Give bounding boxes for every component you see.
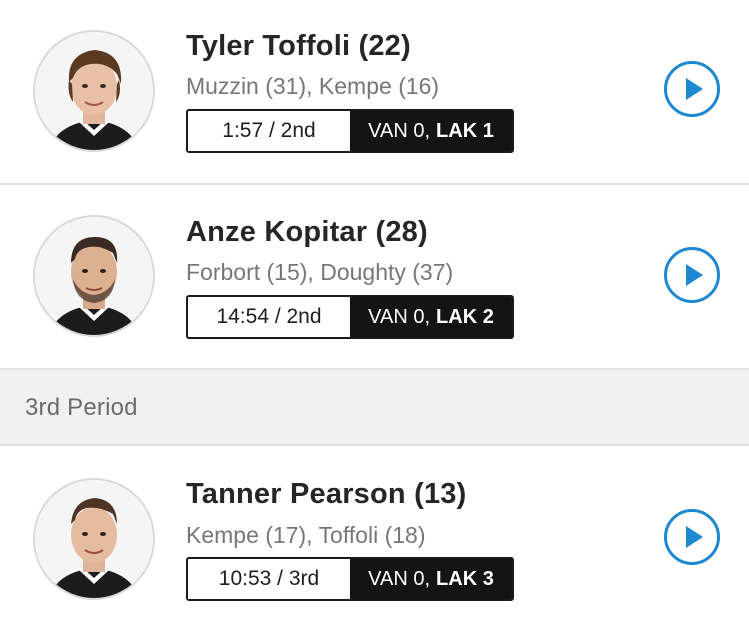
goal-row: Anze Kopitar (28) Forbort (15), Doughty … xyxy=(0,185,749,370)
goal-info-box: 1:57 / 2nd VAN 0, LAK 1 xyxy=(186,109,514,153)
score-prefix: VAN 0, xyxy=(368,305,431,328)
play-video-button[interactable] xyxy=(664,509,720,565)
player-avatar xyxy=(33,478,155,600)
assists-text: Forbort (15), Doughty (37) xyxy=(186,259,454,285)
period-label: 3rd Period xyxy=(25,394,138,421)
scorer-name: Tyler Toffoli (22) xyxy=(186,30,411,62)
player-avatar xyxy=(33,30,155,152)
score-team: LAK 2 xyxy=(436,305,494,328)
play-icon xyxy=(686,526,703,548)
play-video-button[interactable] xyxy=(664,61,720,117)
score-team: LAK 1 xyxy=(436,119,494,142)
assists-text: Kempe (17), Toffoli (18) xyxy=(186,522,426,548)
goal-info-box: 10:53 / 3rd VAN 0, LAK 3 xyxy=(186,557,514,601)
assists-text: Muzzin (31), Kempe (16) xyxy=(186,73,440,99)
goal-time-period: 10:53 / 3rd xyxy=(188,559,350,599)
goal-row: Tanner Pearson (13) Kempe (17), Toffoli … xyxy=(0,446,749,632)
goal-time-period: 14:54 / 2nd xyxy=(188,297,350,337)
play-icon xyxy=(686,78,703,100)
scorer-name: Tanner Pearson (13) xyxy=(186,478,467,510)
score-prefix: VAN 0, xyxy=(368,119,431,142)
play-icon xyxy=(686,264,703,286)
goal-time-period: 1:57 / 2nd xyxy=(188,111,350,151)
player-avatar xyxy=(33,215,155,337)
score-badge: VAN 0, LAK 3 xyxy=(350,559,512,599)
goal-info-box: 14:54 / 2nd VAN 0, LAK 2 xyxy=(186,295,514,339)
score-prefix: VAN 0, xyxy=(368,567,431,590)
scorer-name: Anze Kopitar (28) xyxy=(186,216,428,248)
goal-row: Tyler Toffoli (22) Muzzin (31), Kempe (1… xyxy=(0,0,749,185)
score-team: LAK 3 xyxy=(436,567,494,590)
period-header: 3rd Period xyxy=(0,370,749,446)
score-badge: VAN 0, LAK 2 xyxy=(350,297,512,337)
play-video-button[interactable] xyxy=(664,247,720,303)
score-badge: VAN 0, LAK 1 xyxy=(350,111,512,151)
